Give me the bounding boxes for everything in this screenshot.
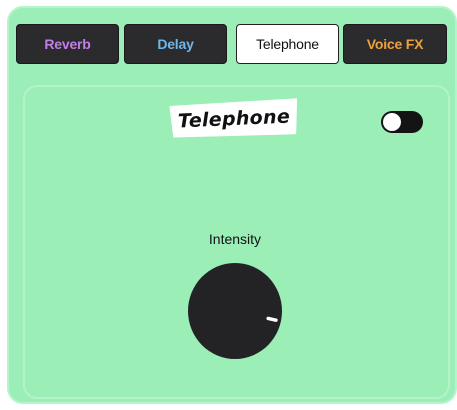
tab-reverb[interactable]: Reverb: [16, 24, 119, 64]
effect-enable-toggle[interactable]: [381, 111, 423, 133]
tab-label: Reverb: [44, 36, 91, 52]
tab-label: Voice FX: [366, 36, 424, 52]
intensity-knob[interactable]: [187, 262, 283, 360]
tab-delay[interactable]: Delay: [124, 24, 227, 64]
tab-label: Delay: [157, 36, 194, 52]
tab-voice-fx[interactable]: Voice FX: [343, 24, 447, 64]
knob-indicator: [266, 316, 278, 322]
intensity-label: Intensity: [208, 231, 262, 247]
effect-title: Telephone: [177, 105, 291, 133]
toggle-knob: [383, 113, 401, 131]
tab-label: Telephone: [256, 36, 319, 52]
tab-telephone[interactable]: Telephone: [236, 24, 339, 64]
knob-body: [188, 263, 282, 359]
